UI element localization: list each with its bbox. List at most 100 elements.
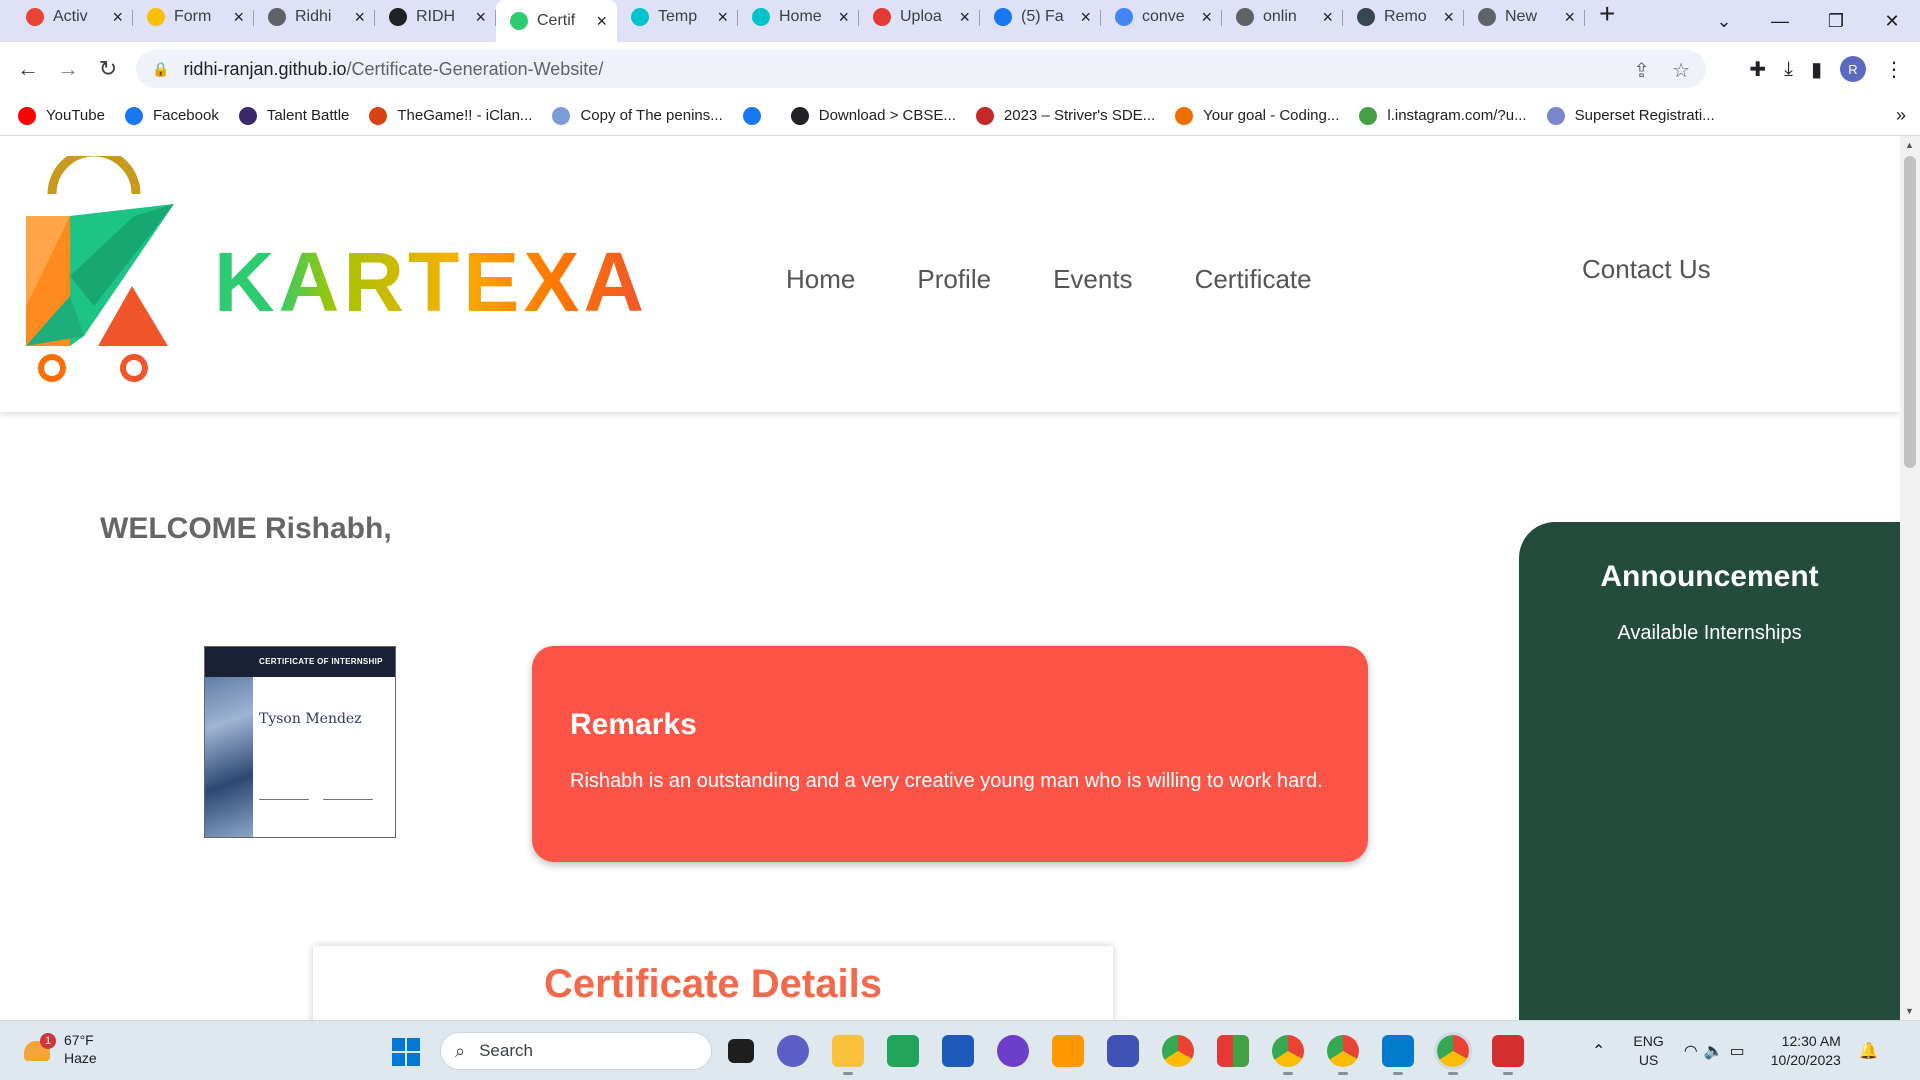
forward-icon[interactable]: →	[48, 56, 88, 82]
tab-search-icon[interactable]: ⌄	[1696, 11, 1752, 32]
restore-icon[interactable]: ❐	[1808, 11, 1864, 32]
clock[interactable]: 12:30 AM 10/20/2023	[1771, 1032, 1841, 1070]
bookmark-item[interactable]: Copy of The penins...	[552, 106, 723, 125]
browser-tab[interactable]: RIDH ×	[375, 0, 496, 34]
close-window-icon[interactable]: ✕	[1864, 11, 1920, 32]
browser-tab[interactable]: Uploa ×	[859, 0, 980, 34]
bookmark-item[interactable]: TheGame!! - iClan...	[369, 106, 532, 125]
scroll-up-icon[interactable]: ▲	[1905, 140, 1914, 150]
bookmark-star-icon[interactable]: ☆	[1672, 58, 1690, 83]
bookmark-item[interactable]: Superset Registrati...	[1546, 106, 1715, 125]
bookmark-favicon-icon	[975, 106, 994, 125]
browser-tab[interactable]: Form ×	[133, 0, 254, 34]
url-path: /Certificate-Generation-Website/	[346, 58, 604, 79]
microsoft-store-icon[interactable]	[942, 1035, 974, 1067]
start-button[interactable]	[392, 1038, 420, 1066]
browser-tab[interactable]: Certif ×	[496, 0, 617, 42]
acrobat-icon[interactable]	[1492, 1035, 1524, 1075]
bookmarks-bar: YouTube Facebook Talent Battle TheGame!! - …	[0, 96, 1920, 136]
close-tab-icon[interactable]: ×	[596, 11, 607, 32]
chevron-up-icon[interactable]: ⌃	[1592, 1041, 1605, 1061]
browser-tab[interactable]: Home ×	[738, 0, 859, 34]
nav-contact-us[interactable]: Contact Us	[1582, 254, 1711, 285]
menu-icon[interactable]: ⋮	[1884, 57, 1904, 82]
signature-line	[323, 799, 373, 800]
nav-profile[interactable]: Profile	[917, 264, 991, 295]
taskbar-search[interactable]: ⌕ Search	[440, 1032, 712, 1070]
close-tab-icon[interactable]: ×	[717, 7, 728, 28]
scroll-thumb[interactable]	[1904, 156, 1916, 468]
tab-title: Ridhi	[295, 8, 332, 25]
browser-tab[interactable]: onlin ×	[1222, 0, 1343, 34]
browser-tab[interactable]: Ridhi ×	[254, 0, 375, 34]
page-scrollbar[interactable]: ▲ ▼	[1900, 136, 1920, 1020]
weather-widget[interactable]: 1 67°F Haze	[22, 1031, 97, 1067]
browser-tab[interactable]: Remo ×	[1343, 0, 1464, 34]
welcome-heading: WELCOME Rishabh,	[100, 512, 392, 545]
chrome-profile-icon[interactable]	[1272, 1035, 1304, 1075]
close-tab-icon[interactable]: ×	[1080, 7, 1091, 28]
teams-chat-icon[interactable]	[777, 1035, 809, 1067]
close-tab-icon[interactable]: ×	[475, 7, 486, 28]
notification-bell-icon[interactable]: 🔔	[1859, 1041, 1879, 1061]
bookmark-label: l.instagram.com/?u...	[1387, 107, 1527, 124]
close-tab-icon[interactable]: ×	[1201, 7, 1212, 28]
file-explorer-icon[interactable]	[832, 1035, 864, 1075]
bookmark-item[interactable]: Your goal - Coding...	[1175, 106, 1339, 125]
close-tab-icon[interactable]: ×	[1322, 7, 1333, 28]
bookmark-item[interactable]	[742, 106, 771, 125]
browser-tab[interactable]: Activ ×	[12, 0, 133, 34]
nav-events[interactable]: Events	[1053, 264, 1133, 295]
nav-home[interactable]: Home	[786, 264, 855, 295]
download-icon[interactable]: ⤓	[1784, 58, 1793, 81]
new-tab-button[interactable]: +	[1599, 0, 1615, 30]
close-tab-icon[interactable]: ×	[1443, 7, 1454, 28]
close-tab-icon[interactable]: ×	[233, 7, 244, 28]
kartexa-logo-icon[interactable]	[24, 156, 174, 386]
lock-icon[interactable]: 🔒	[152, 61, 169, 78]
more-bookmarks-icon[interactable]: »	[1896, 105, 1906, 126]
hexagon-app-icon[interactable]	[1107, 1035, 1139, 1067]
app-green-icon[interactable]	[887, 1035, 919, 1067]
reload-icon[interactable]: ↻	[88, 56, 128, 82]
extensions-icon[interactable]: ✚	[1749, 57, 1766, 82]
certificate-thumbnail[interactable]: CERTIFICATE OF INTERNSHIP Tyson Mendez	[204, 646, 396, 838]
browser-tab[interactable]: conve ×	[1101, 0, 1222, 34]
bookmark-item[interactable]: l.instagram.com/?u...	[1359, 106, 1527, 125]
sublime-text-icon[interactable]	[1052, 1035, 1084, 1067]
language-indicator[interactable]: ENG US	[1633, 1032, 1663, 1070]
address-bar[interactable]: 🔒 ridhi-ranjan.github.io/Certificate-Gen…	[136, 50, 1706, 88]
chrome-profile-icon[interactable]	[1327, 1035, 1359, 1075]
close-tab-icon[interactable]: ×	[354, 7, 365, 28]
close-tab-icon[interactable]: ×	[959, 7, 970, 28]
search-icon: ⌕	[455, 1040, 466, 1061]
bookmark-item[interactable]: YouTube	[18, 106, 105, 125]
bookmark-item[interactable]: Facebook	[124, 106, 219, 125]
profile-avatar[interactable]: R	[1840, 56, 1866, 82]
side-panel-icon[interactable]: ▮	[1811, 57, 1822, 82]
browser-tab[interactable]: Temp ×	[617, 0, 738, 34]
chrome-profile-icon[interactable]	[1434, 1032, 1472, 1075]
close-tab-icon[interactable]: ×	[838, 7, 849, 28]
bookmark-item[interactable]: 2023 – Striver's SDE...	[975, 106, 1155, 125]
browser-tab[interactable]: New ×	[1464, 0, 1585, 34]
browser-tab[interactable]: (5) Fa ×	[980, 0, 1101, 34]
nav-certificate[interactable]: Certificate	[1195, 264, 1312, 295]
bookmark-item[interactable]: Talent Battle	[238, 106, 349, 125]
brand-wordmark[interactable]: KARTEXA	[214, 240, 648, 324]
github-desktop-icon[interactable]	[997, 1035, 1029, 1067]
back-icon[interactable]: ←	[8, 56, 48, 82]
announcement-item[interactable]: Available Internships	[1519, 622, 1900, 645]
close-tab-icon[interactable]: ×	[112, 7, 123, 28]
share-icon[interactable]: ⇪	[1633, 58, 1650, 83]
wifi-volume-battery-icon[interactable]: ◠🔈▭	[1684, 1041, 1751, 1061]
vscode-icon[interactable]	[1382, 1035, 1414, 1075]
scroll-down-icon[interactable]: ▼	[1905, 1006, 1914, 1016]
bookmark-item[interactable]: Download > CBSE...	[790, 106, 956, 125]
app-multicolor-icon[interactable]	[1217, 1035, 1249, 1067]
minimize-icon[interactable]: —	[1752, 11, 1808, 32]
task-view-icon[interactable]	[728, 1039, 754, 1063]
close-tab-icon[interactable]: ×	[1564, 7, 1575, 28]
tab-title: Remo	[1384, 8, 1427, 25]
chrome-icon[interactable]	[1162, 1035, 1194, 1067]
